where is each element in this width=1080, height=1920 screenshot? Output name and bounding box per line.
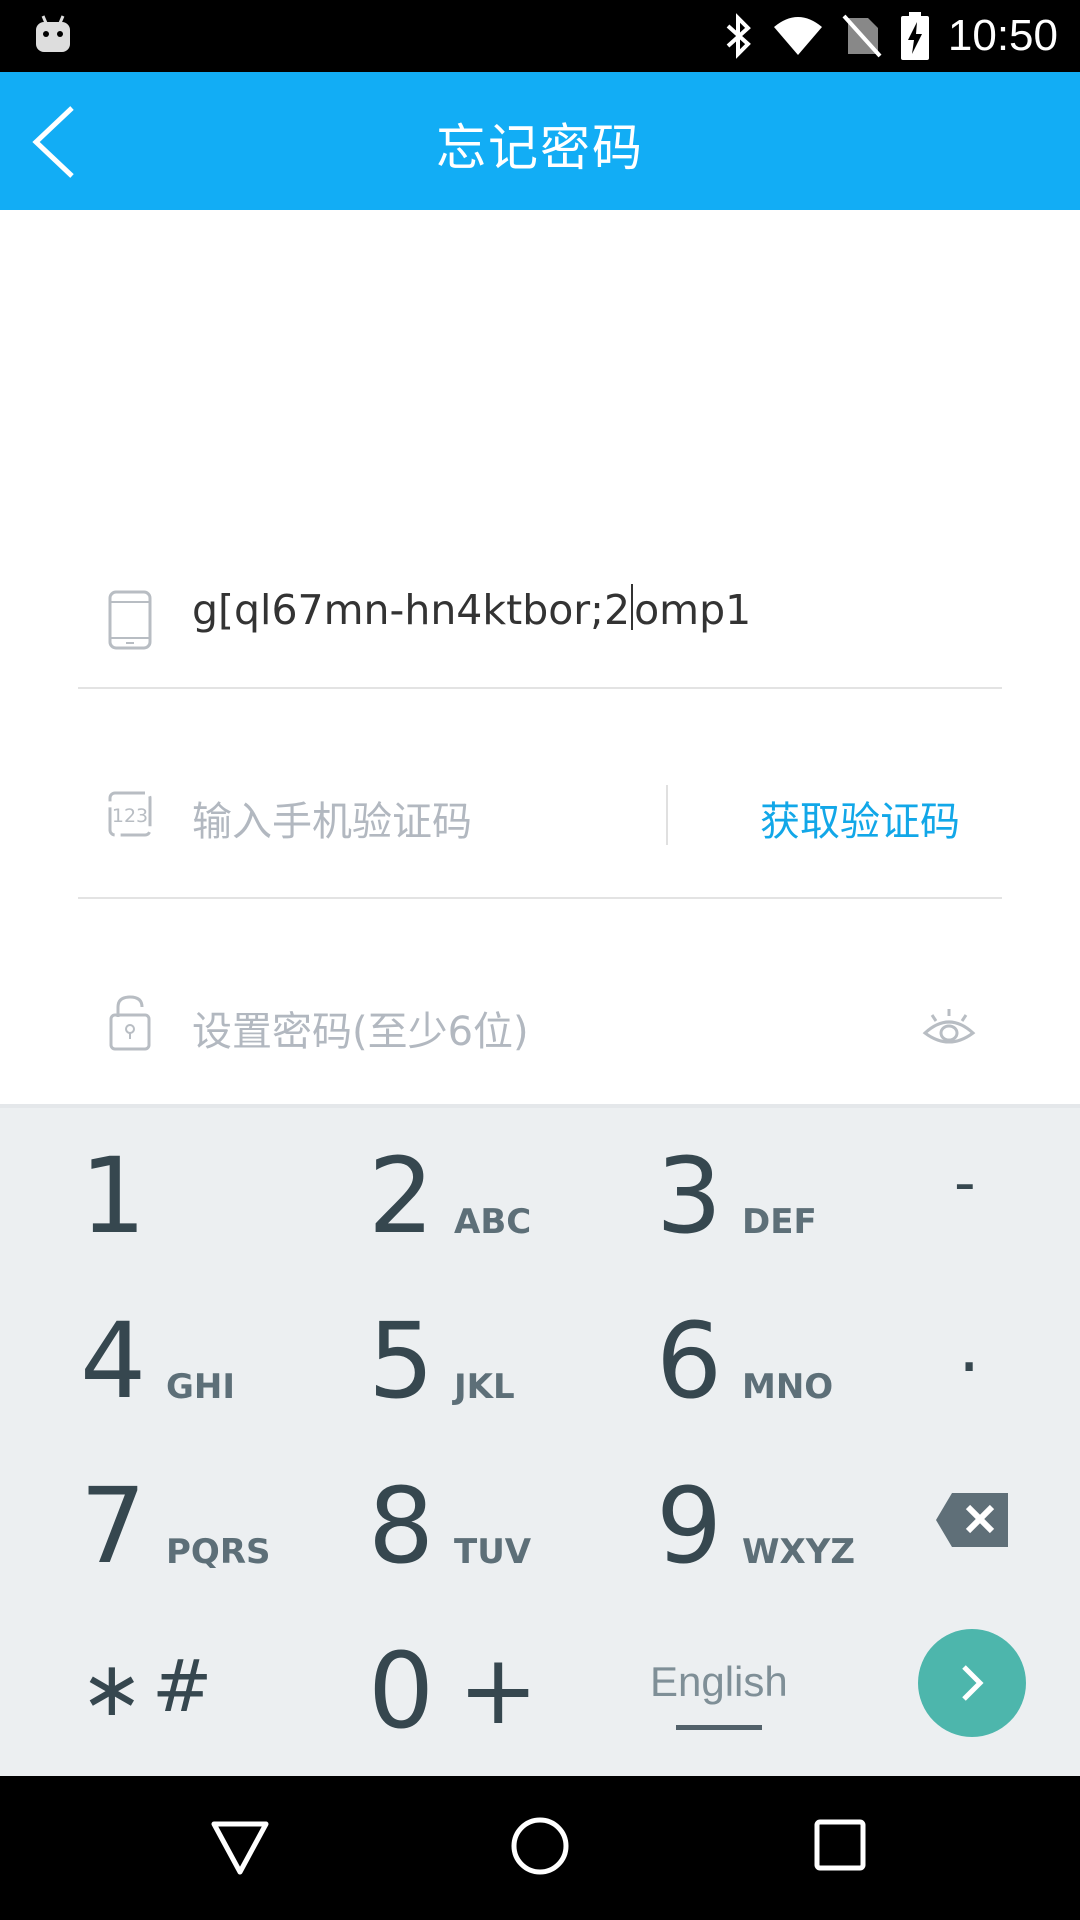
key-star[interactable]: ∗ xyxy=(80,1644,144,1733)
clock: 10:50 xyxy=(947,11,1058,60)
android-notification-icon xyxy=(36,15,70,52)
vertical-divider xyxy=(666,785,668,845)
key-letters: JKL xyxy=(454,1367,515,1407)
key-number: 2 xyxy=(368,1135,435,1257)
key-letters: MNO xyxy=(742,1367,834,1407)
key-6[interactable]: 6 MNO xyxy=(656,1300,833,1422)
key-5[interactable]: 5 JKL xyxy=(368,1300,515,1422)
code-row: 123 输入手机验证码 获取验证码 xyxy=(78,755,1002,875)
chevron-right-icon xyxy=(962,1665,984,1701)
key-letters: WXYZ xyxy=(742,1532,855,1572)
svg-text:123: 123 xyxy=(112,805,148,827)
key-7[interactable]: 7 PQRS xyxy=(80,1465,271,1587)
back-triangle-icon[interactable] xyxy=(210,1820,270,1876)
battery-charging-icon xyxy=(900,12,929,60)
page-title: 忘记密码 xyxy=(436,119,644,177)
key-number: 1 xyxy=(80,1135,147,1257)
key-letters: TUV xyxy=(454,1532,532,1572)
key-0[interactable]: 0 xyxy=(368,1639,434,1743)
lock-icon xyxy=(109,995,151,1051)
no-sim-icon xyxy=(842,14,882,58)
key-8[interactable]: 8 TUV xyxy=(368,1465,531,1587)
key-4[interactable]: 4 GHI xyxy=(80,1300,235,1422)
password-input[interactable]: 设置密码(至少6位) xyxy=(192,999,529,1057)
key-plus[interactable]: + xyxy=(458,1634,538,1746)
key-number: 9 xyxy=(656,1465,723,1587)
wifi-icon xyxy=(773,17,822,55)
phone-input[interactable]: g[ql67mn-hn4ktbor;2omp1 xyxy=(192,584,751,634)
key-number: 6 xyxy=(656,1300,723,1422)
key-number: 7 xyxy=(80,1465,147,1587)
key-letters: GHI xyxy=(166,1367,236,1407)
key-number: 5 xyxy=(368,1300,435,1422)
language-switch-button[interactable]: English xyxy=(650,1658,788,1706)
verification-code-input[interactable]: 输入手机验证码 xyxy=(192,789,472,847)
phone-text-before-cursor: g[ql67mn-hn4ktbor;2 xyxy=(192,586,631,634)
key-1[interactable]: 1 xyxy=(80,1144,146,1248)
key-letters: PQRS xyxy=(166,1532,271,1572)
recents-square-icon[interactable] xyxy=(814,1819,866,1871)
divider xyxy=(78,897,1002,899)
key-number: 3 xyxy=(656,1135,723,1257)
navigation-bar xyxy=(0,1776,1080,1920)
key-number: 4 xyxy=(80,1300,147,1422)
text-cursor xyxy=(631,584,634,630)
key-dash[interactable]: - xyxy=(954,1148,976,1218)
key-letters: DEF xyxy=(742,1202,817,1242)
key-letters: ABC xyxy=(454,1202,532,1242)
key-3[interactable]: 3 DEF xyxy=(656,1135,817,1257)
code-icon: 123 xyxy=(108,791,152,837)
key-number: 0 xyxy=(368,1630,435,1752)
home-circle-icon[interactable] xyxy=(510,1816,570,1876)
key-2[interactable]: 2 ABC xyxy=(368,1135,531,1257)
get-code-button[interactable]: 获取验证码 xyxy=(760,789,960,847)
eye-icon[interactable] xyxy=(922,1003,976,1047)
phone-icon xyxy=(108,590,152,650)
next-button[interactable] xyxy=(918,1629,1026,1737)
divider xyxy=(78,687,1002,689)
phone-text-after-cursor: omp1 xyxy=(634,586,752,634)
phone-row[interactable]: g[ql67mn-hn4ktbor;2omp1 xyxy=(78,584,1002,650)
key-hash[interactable]: # xyxy=(152,1644,212,1728)
status-bar: 10:50 xyxy=(0,0,1080,72)
key-number: 8 xyxy=(368,1465,435,1587)
key-9[interactable]: 9 WXYZ xyxy=(656,1465,855,1587)
key-dot[interactable]: . xyxy=(958,1306,980,1388)
title-bar: 忘记密码 xyxy=(0,72,1080,210)
bluetooth-icon xyxy=(726,13,751,59)
backspace-icon[interactable] xyxy=(934,1491,1010,1549)
password-row: 设置密码(至少6位) xyxy=(78,975,1002,1085)
language-underline xyxy=(676,1725,762,1730)
